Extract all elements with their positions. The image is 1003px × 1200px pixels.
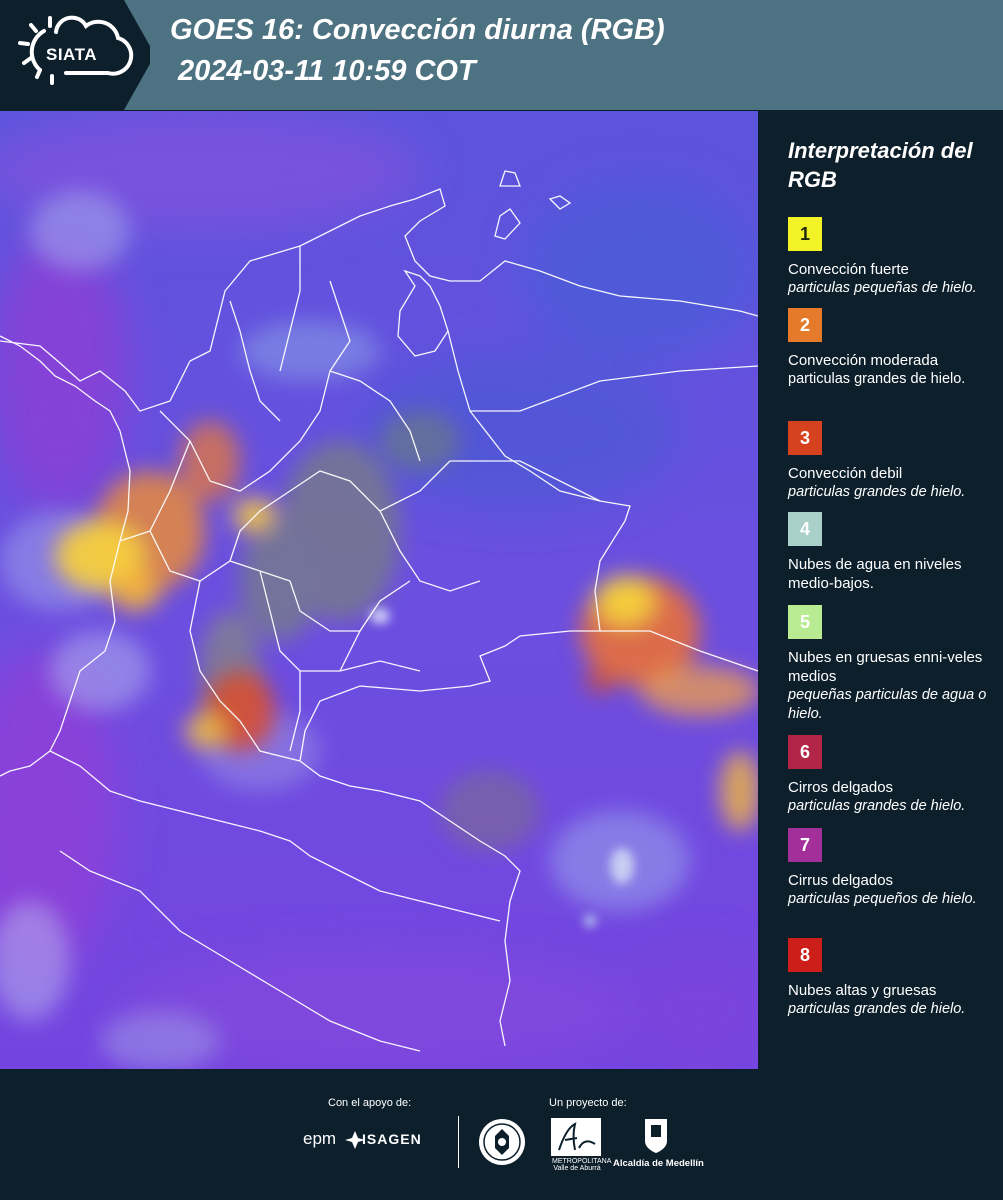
- legend-sublabel: particulas pequeñas de hielo.: [788, 280, 977, 296]
- legend-swatch: 5: [788, 605, 822, 639]
- epm-logo-icon: epm: [303, 1129, 337, 1148]
- area-metropolitana-logo-icon: [551, 1118, 601, 1156]
- siata-logo: SIATA: [0, 0, 150, 110]
- seal-logo-icon: [479, 1119, 525, 1165]
- satellite-map: [0, 111, 758, 1069]
- alcaldia-logo-text: Alcaldía de Medellín: [613, 1158, 704, 1169]
- legend-sublabel: particulas pequeños de hielo.: [788, 891, 977, 907]
- legend-label: Nubes altas y gruesas: [788, 982, 937, 999]
- legend-title: Interpretación del RGB: [788, 138, 973, 192]
- legend-label: Nubes en gruesas enni-veles medios: [788, 649, 983, 685]
- legend-label: Nubes de agua en niveles medio-bajos.: [788, 556, 962, 592]
- siata-logo-text: SIATA: [46, 45, 97, 64]
- footer: Con el apoyo de: Un proyecto de: epm ISA…: [0, 1069, 1003, 1200]
- legend-sublabel: particulas grandes de hielo.: [788, 798, 966, 814]
- legend-item: 4 Nubes de agua en niveles medio-bajos.: [788, 512, 998, 593]
- page-title: GOES 16: Convección diurna (RGB): [170, 14, 665, 46]
- legend-sublabel: particulas grandes de hielo.: [788, 1001, 966, 1017]
- legend-swatch: 3: [788, 421, 822, 455]
- footer-separator: [458, 1116, 459, 1168]
- legend-item: 5 Nubes en gruesas enni-veles medios peq…: [788, 605, 998, 724]
- alcaldia-shield-icon: [645, 1119, 667, 1153]
- legend-label: Convección fuerte: [788, 261, 909, 278]
- legend-label: Cirrus delgados: [788, 872, 894, 889]
- support-label: Con el apoyo de:: [328, 1097, 412, 1109]
- legend-panel: Interpretación del RGB 1 Convección fuer…: [760, 111, 1003, 1069]
- legend-item: 7 Cirrus delgados particulas pequeños de…: [788, 828, 998, 909]
- legend-item: 8 Nubes altas y gruesas particulas grand…: [788, 938, 998, 1019]
- legend-sublabel: particulas grandes de hielo.: [788, 371, 966, 387]
- page-timestamp: 2024-03-11 10:59 COT: [178, 55, 476, 87]
- goes-rgb-satellite-image: [0, 111, 758, 1069]
- legend-item: 1 Convección fuerte particulas pequeñas …: [788, 217, 998, 298]
- legend-swatch: 6: [788, 735, 822, 769]
- legend-label: Cirros delgados: [788, 779, 894, 796]
- legend-sublabel: pequeñas particulas de agua o hielo.: [788, 687, 987, 722]
- legend-label: Convección debil: [788, 465, 903, 482]
- legend-label: Convección moderada: [788, 352, 939, 369]
- legend-swatch: 7: [788, 828, 822, 862]
- legend-item: 3 Convección debil particulas grandes de…: [788, 421, 998, 502]
- header-bar: SIATA GOES 16: Convección diurna (RGB) 2…: [0, 0, 1003, 110]
- legend-item: 6 Cirros delgados particulas grandes de …: [788, 735, 998, 816]
- legend-swatch: 4: [788, 512, 822, 546]
- legend-item: 2 Convección moderada particulas grandes…: [788, 308, 998, 389]
- isagen-logo-text: ISAGEN: [362, 1131, 422, 1147]
- legend-swatch: 8: [788, 938, 822, 972]
- project-label: Un proyecto de:: [549, 1097, 627, 1109]
- legend-swatch: 2: [788, 308, 822, 342]
- legend-swatch: 1: [788, 217, 822, 251]
- legend-sublabel: particulas grandes de hielo.: [788, 484, 966, 500]
- area-metropolitana-label: METROPOLITANA Valle de Aburrá: [552, 1158, 612, 1172]
